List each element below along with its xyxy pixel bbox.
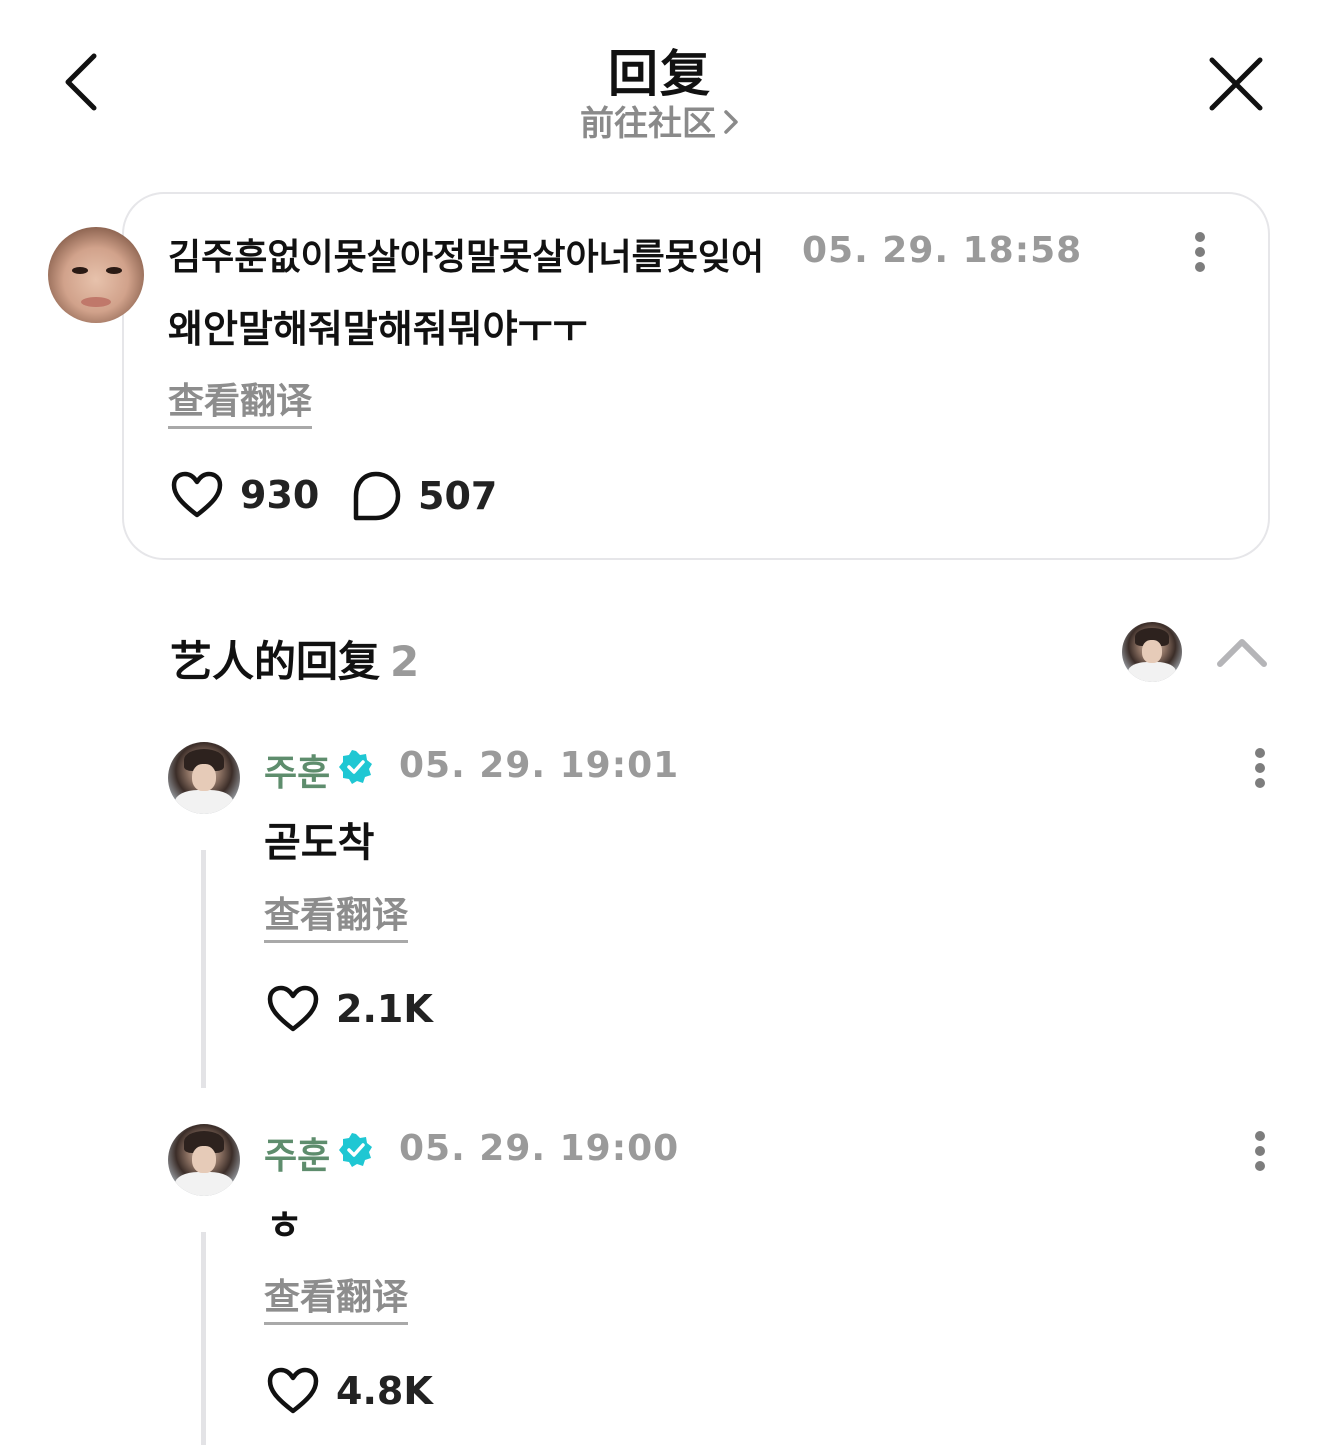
post-like-button[interactable]: 930 (170, 470, 319, 520)
reply-avatar[interactable] (168, 1124, 240, 1196)
more-vertical-icon (1195, 232, 1205, 242)
close-icon (1209, 57, 1263, 111)
artist-replies-count: 2 (390, 637, 420, 686)
post-author-avatar[interactable] (48, 227, 144, 323)
post-translate-link[interactable]: 查看翻译 (168, 372, 313, 429)
more-vertical-icon (1255, 748, 1265, 758)
artist-avatar-small[interactable] (1122, 622, 1182, 682)
post-timestamp: 05. 29. 18:58 (802, 230, 1083, 271)
thread-line (201, 1232, 206, 1445)
heart-icon (267, 985, 319, 1032)
post-more-button[interactable] (1190, 230, 1210, 274)
reply-avatar[interactable] (168, 742, 240, 814)
thread-line (201, 850, 206, 1088)
reply-translate-link[interactable]: 查看翻译 (264, 886, 409, 943)
post-comment-count: 507 (418, 474, 498, 518)
reply-body: 곧도착 (264, 820, 375, 866)
post-like-count: 930 (240, 473, 320, 517)
more-vertical-icon (1255, 1131, 1265, 1141)
reply-username[interactable]: 주훈 (264, 744, 330, 796)
reply-timestamp: 05. 29. 19:01 (399, 745, 680, 786)
collapse-replies-button[interactable] (1216, 632, 1268, 672)
heart-icon (267, 1367, 319, 1414)
reply-more-button[interactable] (1250, 746, 1270, 790)
heart-icon (171, 471, 223, 518)
chevron-up-icon (1217, 639, 1267, 667)
reply-translate-link[interactable]: 查看翻译 (264, 1268, 409, 1325)
header: 回复 前往社区 (0, 0, 1320, 170)
reply-username[interactable]: 주훈 (264, 1127, 330, 1179)
reply-body: ㅎ (266, 1203, 303, 1249)
reply-like-button[interactable]: 4.8K (266, 1366, 433, 1416)
reply-like-count: 4.8K (336, 1369, 433, 1413)
go-to-community-link[interactable]: 前往社区 (0, 96, 1320, 146)
reply-more-button[interactable] (1250, 1129, 1270, 1173)
close-button[interactable] (1204, 52, 1268, 116)
chevron-right-icon (722, 106, 740, 146)
artist-replies-title: 艺人的回复 2 (170, 628, 419, 689)
post-username[interactable]: 김주훈없이못살아정말못살아너를못잊어 (168, 228, 764, 280)
post-body: 왜안말해줘말해줘뭐야ㅜㅜ (168, 307, 588, 351)
comment-bubble-icon (353, 471, 401, 521)
reply-like-button[interactable]: 2.1K (266, 984, 433, 1034)
verified-badge-icon (339, 1133, 372, 1167)
verified-badge-icon (339, 750, 372, 784)
reply-timestamp: 05. 29. 19:00 (399, 1128, 680, 1169)
reply-like-count: 2.1K (336, 987, 433, 1031)
post-comment-button[interactable]: 507 (350, 470, 497, 522)
community-link-label: 前往社区 (580, 104, 716, 144)
artist-replies-label: 艺人的回复 (170, 637, 381, 686)
